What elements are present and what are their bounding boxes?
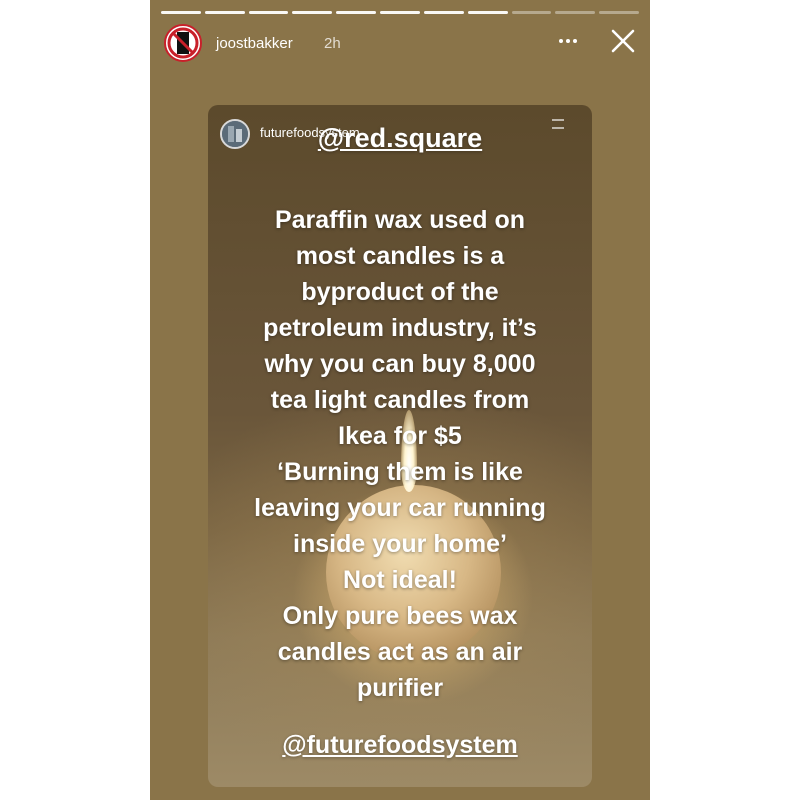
caption-line: byproduct of the bbox=[301, 278, 499, 306]
caption-line: Ikea for $5 bbox=[338, 422, 462, 450]
caption-line: purifier bbox=[356, 674, 444, 702]
progress-segment bbox=[467, 11, 508, 14]
caption-line: Only pure bees wax bbox=[282, 602, 518, 630]
story-progress-bar bbox=[161, 11, 639, 14]
progress-segment bbox=[248, 11, 289, 14]
progress-segment bbox=[555, 11, 596, 14]
no-sign-icon bbox=[167, 27, 199, 59]
caption-line: inside your home’ bbox=[293, 530, 507, 558]
caption-line: tea light candles from bbox=[270, 386, 530, 414]
caption-line: why you can buy 8,000 bbox=[264, 350, 536, 378]
mention-link-top[interactable]: @red.square bbox=[208, 123, 592, 154]
progress-segment bbox=[204, 11, 245, 14]
progress-segment bbox=[161, 11, 201, 14]
progress-segment bbox=[292, 11, 333, 14]
caption-line: Not ideal! bbox=[343, 566, 457, 594]
caption-line: most candles is a bbox=[295, 242, 505, 270]
progress-segment bbox=[511, 11, 552, 14]
shared-post-card[interactable]: futurefoodsystem @red.square Paraffin wa… bbox=[208, 105, 592, 787]
more-horizontal-icon[interactable] bbox=[556, 32, 580, 50]
caption-line: Paraffin wax used on bbox=[274, 206, 526, 234]
post-caption: Paraffin wax used on most candles is a byp… bbox=[218, 202, 582, 706]
mention-link-bottom[interactable]: @futurefoodsystem bbox=[208, 731, 592, 760]
caption-line: leaving your car running bbox=[254, 494, 546, 522]
story-header: joostbakker 2h bbox=[164, 22, 636, 62]
post-time: 2h bbox=[324, 35, 341, 52]
story-viewer[interactable]: joostbakker 2h futurefoodsystem @red.squ… bbox=[150, 0, 650, 800]
caption-line: ‘Burning them is like bbox=[277, 458, 523, 486]
caption-line: petroleum industry, it’s bbox=[263, 314, 537, 342]
caption-line: candles act as an air bbox=[277, 638, 523, 666]
user-avatar[interactable] bbox=[164, 24, 202, 62]
progress-segment bbox=[336, 11, 377, 14]
progress-segment bbox=[380, 11, 420, 14]
progress-segment bbox=[423, 11, 464, 14]
username[interactable]: joostbakker bbox=[216, 35, 293, 52]
close-icon[interactable] bbox=[610, 28, 636, 54]
progress-segment bbox=[599, 11, 639, 14]
